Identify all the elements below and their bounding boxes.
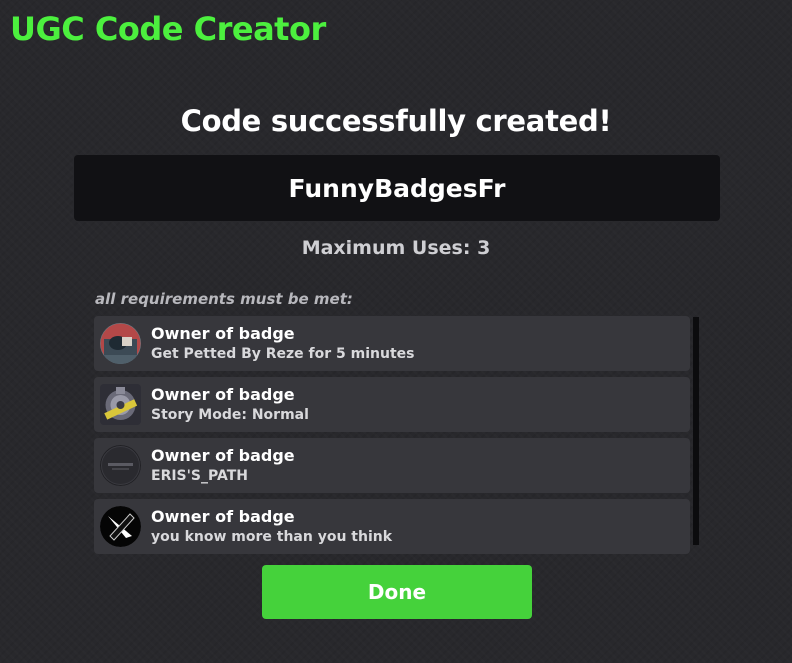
done-button[interactable]: Done (262, 565, 532, 619)
code-display-box[interactable]: FunnyBadgesFr (74, 155, 720, 221)
done-button-label: Done (367, 580, 427, 604)
badge-story-mode-icon (100, 384, 141, 425)
requirements-header: all requirements must be met: (95, 290, 353, 308)
badge-eris-path-icon (100, 445, 141, 486)
requirement-item: Owner of badge Story Mode: Normal (94, 377, 690, 432)
requirement-subtitle: Get Petted By Reze for 5 minutes (151, 346, 415, 362)
app-title: UGC Code Creator (10, 10, 326, 48)
requirement-subtitle: ERIS'S_PATH (151, 468, 248, 484)
created-code[interactable]: FunnyBadgesFr (289, 174, 506, 203)
requirements-scrollbar[interactable] (693, 317, 699, 545)
requirement-item: Owner of badge ERIS'S_PATH (94, 438, 690, 493)
requirement-title: Owner of badge (151, 507, 295, 526)
requirement-item: Owner of badge Get Petted By Reze for 5 … (94, 316, 690, 371)
requirement-subtitle: you know more than you think (151, 529, 393, 545)
requirement-item: Owner of badge you know more than you th… (94, 499, 690, 554)
success-heading: Code successfully created! (180, 104, 612, 138)
requirement-title: Owner of badge (151, 446, 295, 465)
max-uses-label: Maximum Uses: 3 (301, 237, 491, 259)
badge-reze-icon (100, 323, 141, 364)
badge-you-know-icon (100, 506, 141, 547)
requirements-list: Owner of badge Get Petted By Reze for 5 … (94, 316, 690, 560)
requirement-title: Owner of badge (151, 385, 295, 404)
requirement-title: Owner of badge (151, 324, 295, 343)
requirement-subtitle: Story Mode: Normal (151, 407, 309, 423)
